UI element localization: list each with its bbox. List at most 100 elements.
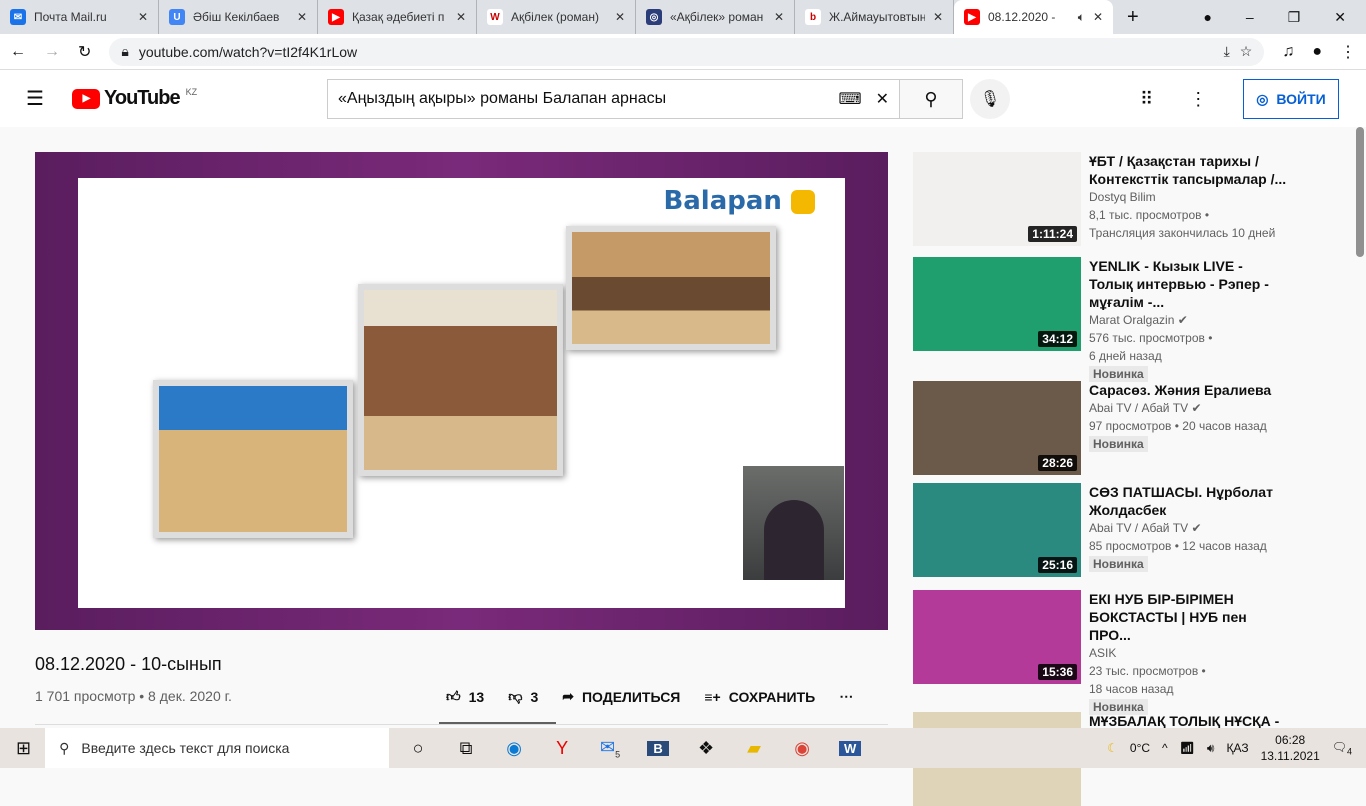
edge-icon[interactable]: ◉ <box>503 738 525 759</box>
hamburger-menu-icon[interactable]: ☰ <box>26 86 46 111</box>
tab-favicon-icon: b <box>805 9 821 25</box>
related-video-card[interactable]: 25:16 СӨЗ ПАТШАСЫ. Нұрболат Жолдасбек Abai… <box>913 483 1289 577</box>
windows-start-icon[interactable]: ⊞ <box>16 738 31 759</box>
channel-name-text: ASIK <box>1089 646 1117 660</box>
tab-title: 08.12.2020 - <box>988 10 1056 24</box>
channel-name[interactable]: Dostyq Bilim <box>1089 188 1289 206</box>
tab-close-icon[interactable]: ✕ <box>615 10 625 24</box>
channel-name[interactable]: Marat Oralgazin ✔ <box>1089 311 1289 329</box>
video-thumbnail[interactable]: 28:26 <box>913 381 1081 475</box>
taskbar-search-input[interactable]: ⚲ Введите здесь текст для поиска <box>45 728 390 768</box>
tab-close-icon[interactable]: ✕ <box>1093 10 1103 24</box>
task-view-icon[interactable]: ⧉ <box>455 738 477 759</box>
tab-close-icon[interactable]: ✕ <box>297 10 307 24</box>
related-video-card[interactable]: 28:26 Сарасөз. Жәния Ералиева Abai TV / Аб… <box>913 381 1289 475</box>
weather-temp[interactable]: 0°C <box>1130 741 1150 755</box>
clock-time: 06:28 <box>1275 733 1306 747</box>
word-icon[interactable]: W <box>839 740 862 756</box>
bookmark-star-icon[interactable]: ☆ <box>1240 43 1253 60</box>
dropbox-icon[interactable]: ❖ <box>695 738 717 759</box>
sign-in-button[interactable]: ◎ ВОЙТИ <box>1243 79 1339 119</box>
verified-check-icon: ✔ <box>1191 401 1202 415</box>
related-video-title[interactable]: YENLIK - Кызык LIVE - Толық интервью - Р… <box>1089 257 1289 311</box>
file-explorer-icon[interactable]: ▰ <box>743 738 765 759</box>
add-to-playlist-icon: ≡+ <box>704 688 721 705</box>
channel-name[interactable]: Abai TV / Абай TV ✔ <box>1089 399 1289 417</box>
search-input[interactable]: «Аңыздың ақыры» романы Балапан арнасы ⌨ ✕ <box>327 79 900 119</box>
voice-search-button[interactable]: 🎙︎ <box>970 79 1010 119</box>
minimize-button[interactable]: – <box>1246 9 1254 26</box>
more-actions-icon[interactable]: ⋯ <box>839 688 853 705</box>
menu-icon[interactable]: ⋮ <box>1340 42 1356 62</box>
share-label: ПОДЕЛИТЬСЯ <box>581 688 681 705</box>
maximize-button[interactable]: ❐ <box>1288 9 1301 26</box>
mail-icon[interactable]: ✉5 <box>599 737 621 760</box>
channel-name[interactable]: Abai TV / Абай TV ✔ <box>1089 519 1289 537</box>
related-video-title[interactable]: СӨЗ ПАТШАСЫ. Нұрболат Жолдасбек <box>1089 483 1289 519</box>
view-stats: 576 тыс. просмотров • <box>1089 331 1213 345</box>
upload-time: 18 часов назад <box>1089 682 1174 696</box>
vk-icon[interactable]: B <box>647 740 670 756</box>
chrome-icon[interactable]: ◉ <box>791 738 813 759</box>
video-thumbnail[interactable]: 15:36 <box>913 590 1081 684</box>
browser-tab[interactable]: U Әбіш Кекілбаев ✕ <box>159 0 318 34</box>
video-player[interactable]: Balapan <box>35 152 888 630</box>
share-icon: ➦ <box>562 688 574 704</box>
new-tab-button[interactable]: + <box>1127 6 1139 29</box>
related-video-title[interactable]: ҰБТ / Қазақстан тарихы / Контексттік тап… <box>1089 152 1289 188</box>
related-video-card[interactable]: 34:12 YENLIK - Кызык LIVE - Толық интервь… <box>913 257 1289 383</box>
browser-tab[interactable]: ✉ Почта Mail.ru ✕ <box>0 0 159 34</box>
profile-menu-icon[interactable]: ● <box>1203 9 1211 26</box>
video-view-count: 1 701 просмотр • 8 дек. 2020 г. <box>35 688 232 704</box>
yandex-icon[interactable]: Y <box>551 738 573 759</box>
browser-tab[interactable]: ▶ 08.12.2020 - 🔈︎ ✕ <box>954 0 1113 34</box>
tray-chevron-icon[interactable]: ^ <box>1162 741 1168 755</box>
video-thumbnail[interactable]: 34:12 <box>913 257 1081 351</box>
volume-icon[interactable]: 🔊︎ <box>1207 741 1215 756</box>
notifications-icon[interactable]: 🗨︎4 <box>1332 740 1352 756</box>
scrollbar[interactable] <box>1354 127 1366 728</box>
dislike-button[interactable]: 👎︎ 3 <box>508 688 538 705</box>
channel-name[interactable]: ASIK <box>1089 644 1289 662</box>
clear-search-icon[interactable]: ✕ <box>876 89 889 109</box>
tab-close-icon[interactable]: ✕ <box>933 10 943 24</box>
media-control-icon[interactable]: ♫ <box>1282 43 1294 61</box>
browser-tab[interactable]: ◎ «Ақбілек» роман ✕ <box>636 0 795 34</box>
video-thumbnail[interactable]: 1:11:24 <box>913 152 1081 246</box>
like-button[interactable]: 👍︎ 13 <box>446 688 484 705</box>
duration-badge: 28:26 <box>1038 455 1077 471</box>
youtube-logo[interactable]: ▶ YouTube KZ <box>72 87 197 110</box>
tab-close-icon[interactable]: ✕ <box>774 10 784 24</box>
search-button[interactable]: ⚲ <box>899 79 963 119</box>
share-button[interactable]: ➦ ПОДЕЛИТЬСЯ <box>562 688 680 705</box>
apps-grid-icon[interactable]: ⠿ <box>1140 89 1153 110</box>
save-button[interactable]: ≡+ СОХРАНИТЬ <box>704 689 815 705</box>
clock[interactable]: 06:28 13.11.2021 <box>1261 732 1320 764</box>
back-icon[interactable]: ← <box>10 43 26 61</box>
profile-icon[interactable]: ● <box>1312 43 1322 61</box>
scrollbar-thumb[interactable] <box>1356 127 1364 257</box>
tab-close-icon[interactable]: ✕ <box>138 10 148 24</box>
cortana-icon[interactable]: ○ <box>407 738 429 759</box>
forward-icon[interactable]: → <box>44 43 60 61</box>
related-video-card[interactable]: 1:11:24 ҰБТ / Қазақстан тарихы / Контекст… <box>913 152 1289 246</box>
video-thumbnail[interactable]: 25:16 <box>913 483 1081 577</box>
related-video-card[interactable]: 15:36 ЕКІ НУБ БІР-БІРІМЕН БОКСТАСТЫ | НУБ… <box>913 590 1289 716</box>
language-indicator[interactable]: ҚАЗ <box>1226 741 1248 755</box>
tab-close-icon[interactable]: ✕ <box>456 10 466 24</box>
browser-tab[interactable]: ▶ Қазақ әдебиеті п ✕ <box>318 0 477 34</box>
browser-tab[interactable]: W Ақбілек (роман) ✕ <box>477 0 636 34</box>
related-video-title[interactable]: Сарасөз. Жәния Ералиева <box>1089 381 1289 399</box>
weather-moon-icon[interactable]: ☾ <box>1107 741 1118 755</box>
divider <box>35 724 888 725</box>
network-icon[interactable]: 📶︎ <box>1180 741 1195 755</box>
install-icon[interactable]: ⤓ <box>1224 43 1230 60</box>
settings-more-icon[interactable]: ⋮ <box>1189 89 1207 110</box>
close-window-button[interactable]: ✕ <box>1334 9 1346 26</box>
tab-title: Ж.Аймауытовтың <box>829 10 925 24</box>
browser-tab[interactable]: b Ж.Аймауытовтың ✕ <box>795 0 954 34</box>
related-video-title[interactable]: ЕКІ НУБ БІР-БІРІМЕН БОКСТАСТЫ | НУБ пен … <box>1089 590 1289 644</box>
url-field[interactable]: 🔒︎ youtube.com/watch?v=tI2f4K1rLow ⤓ ☆ <box>109 37 1265 66</box>
keyboard-icon[interactable]: ⌨ <box>839 89 862 109</box>
reload-icon[interactable]: ↻ <box>78 42 91 62</box>
